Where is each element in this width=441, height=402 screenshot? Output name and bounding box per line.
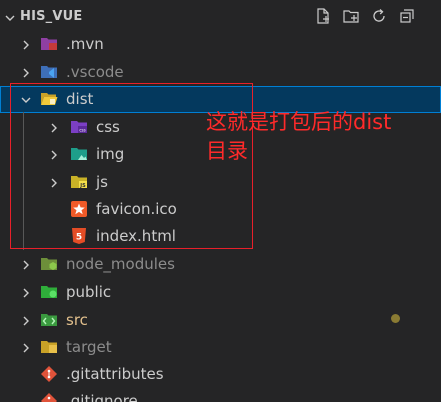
tree-item-mvn[interactable]: .mvn	[0, 31, 441, 58]
workspace-title: HIS_VUE	[20, 9, 83, 24]
new-file-icon[interactable]	[313, 6, 333, 26]
chevron-right-icon	[19, 313, 33, 327]
tree-item-label: .vscode	[66, 63, 124, 81]
tree-item-vscode[interactable]: .vscode	[0, 59, 441, 86]
git-file-icon	[40, 366, 58, 382]
git-file-icon	[40, 393, 58, 402]
tree-item-public[interactable]: public	[0, 279, 441, 306]
collapse-all-icon[interactable]	[397, 6, 417, 26]
tree-item-gitattributes[interactable]: .gitattributes	[0, 361, 441, 388]
chevron-right-icon	[19, 37, 33, 51]
chevron-right-icon	[19, 65, 33, 79]
folder-target-icon	[40, 339, 58, 355]
tree-item-label: .gitattributes	[66, 365, 164, 383]
modified-indicator-dot	[391, 314, 400, 323]
chevron-right-icon	[19, 285, 33, 299]
folder-public-icon	[40, 284, 58, 300]
tree-item-label: .gitignore	[66, 392, 138, 402]
refresh-icon[interactable]	[369, 6, 389, 26]
tree-item-src[interactable]: src	[0, 307, 441, 334]
tree-item-label: .mvn	[66, 35, 104, 53]
tree-item-target[interactable]: target	[0, 334, 441, 361]
explorer-header[interactable]: HIS_VUE	[0, 0, 441, 34]
chevron-down-icon[interactable]	[3, 10, 17, 24]
new-folder-icon[interactable]	[341, 6, 361, 26]
folder-vscode-icon	[40, 64, 58, 80]
tree-item-label: target	[66, 338, 112, 356]
tree-item-label: node_modules	[66, 255, 175, 273]
chevron-right-icon	[19, 340, 33, 354]
tree-item-label: public	[66, 283, 112, 301]
annotation-text: 这就是打包后的dist目录	[206, 110, 392, 163]
explorer-actions	[313, 6, 417, 26]
folder-src-icon	[40, 312, 58, 328]
tree-item-gitignore[interactable]: .gitignore	[0, 388, 441, 402]
tree-item-label: src	[66, 311, 88, 329]
folder-mvn-icon	[40, 36, 58, 52]
folder-node-icon	[40, 256, 58, 272]
chevron-right-icon	[19, 257, 33, 271]
tree-item-node-modules[interactable]: node_modules	[0, 251, 441, 278]
